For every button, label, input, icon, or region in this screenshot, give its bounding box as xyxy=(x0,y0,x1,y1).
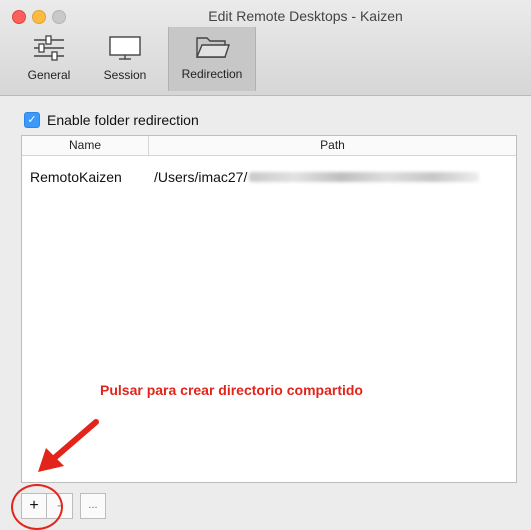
tab-general-label: General xyxy=(27,68,71,82)
enable-folder-redirection-row[interactable]: ✓ Enable folder redirection xyxy=(24,110,199,130)
folder-icon xyxy=(195,37,230,58)
column-header-name[interactable]: Name xyxy=(22,136,149,155)
window-title: Edit Remote Desktops - Kaizen xyxy=(208,8,403,24)
edit-remote-desktops-window: Edit Remote Desktops - Kaizen General Se… xyxy=(0,0,531,530)
more-options-button[interactable]: ... xyxy=(80,493,106,519)
row-path-cell: /Users/imac27/ xyxy=(148,169,516,185)
table-row[interactable]: RemotoKaizen /Users/imac27/ xyxy=(22,164,516,190)
tab-session[interactable]: Session xyxy=(90,28,160,90)
table-header: Name Path xyxy=(22,136,516,156)
column-header-path[interactable]: Path xyxy=(149,136,516,155)
blurred-path-redaction xyxy=(249,172,480,182)
enable-folder-redirection-label: Enable folder redirection xyxy=(47,112,199,128)
tab-session-label: Session xyxy=(103,68,147,82)
annotation-arrow-icon xyxy=(38,419,99,472)
annotation-text: Pulsar para crear directorio compartido xyxy=(100,382,363,398)
tab-redirection[interactable]: Redirection xyxy=(168,27,256,91)
row-name-cell: RemotoKaizen xyxy=(30,169,122,185)
sliders-icon xyxy=(34,35,64,61)
annotation-circle xyxy=(11,484,63,530)
toolbar: Edit Remote Desktops - Kaizen General Se… xyxy=(0,0,531,96)
tab-general[interactable]: General xyxy=(18,28,80,90)
tab-redirection-label: Redirection xyxy=(181,67,243,81)
monitor-icon xyxy=(109,36,141,60)
enable-folder-redirection-checkbox[interactable]: ✓ xyxy=(24,112,40,128)
row-path-text: /Users/imac27/ xyxy=(154,169,248,185)
